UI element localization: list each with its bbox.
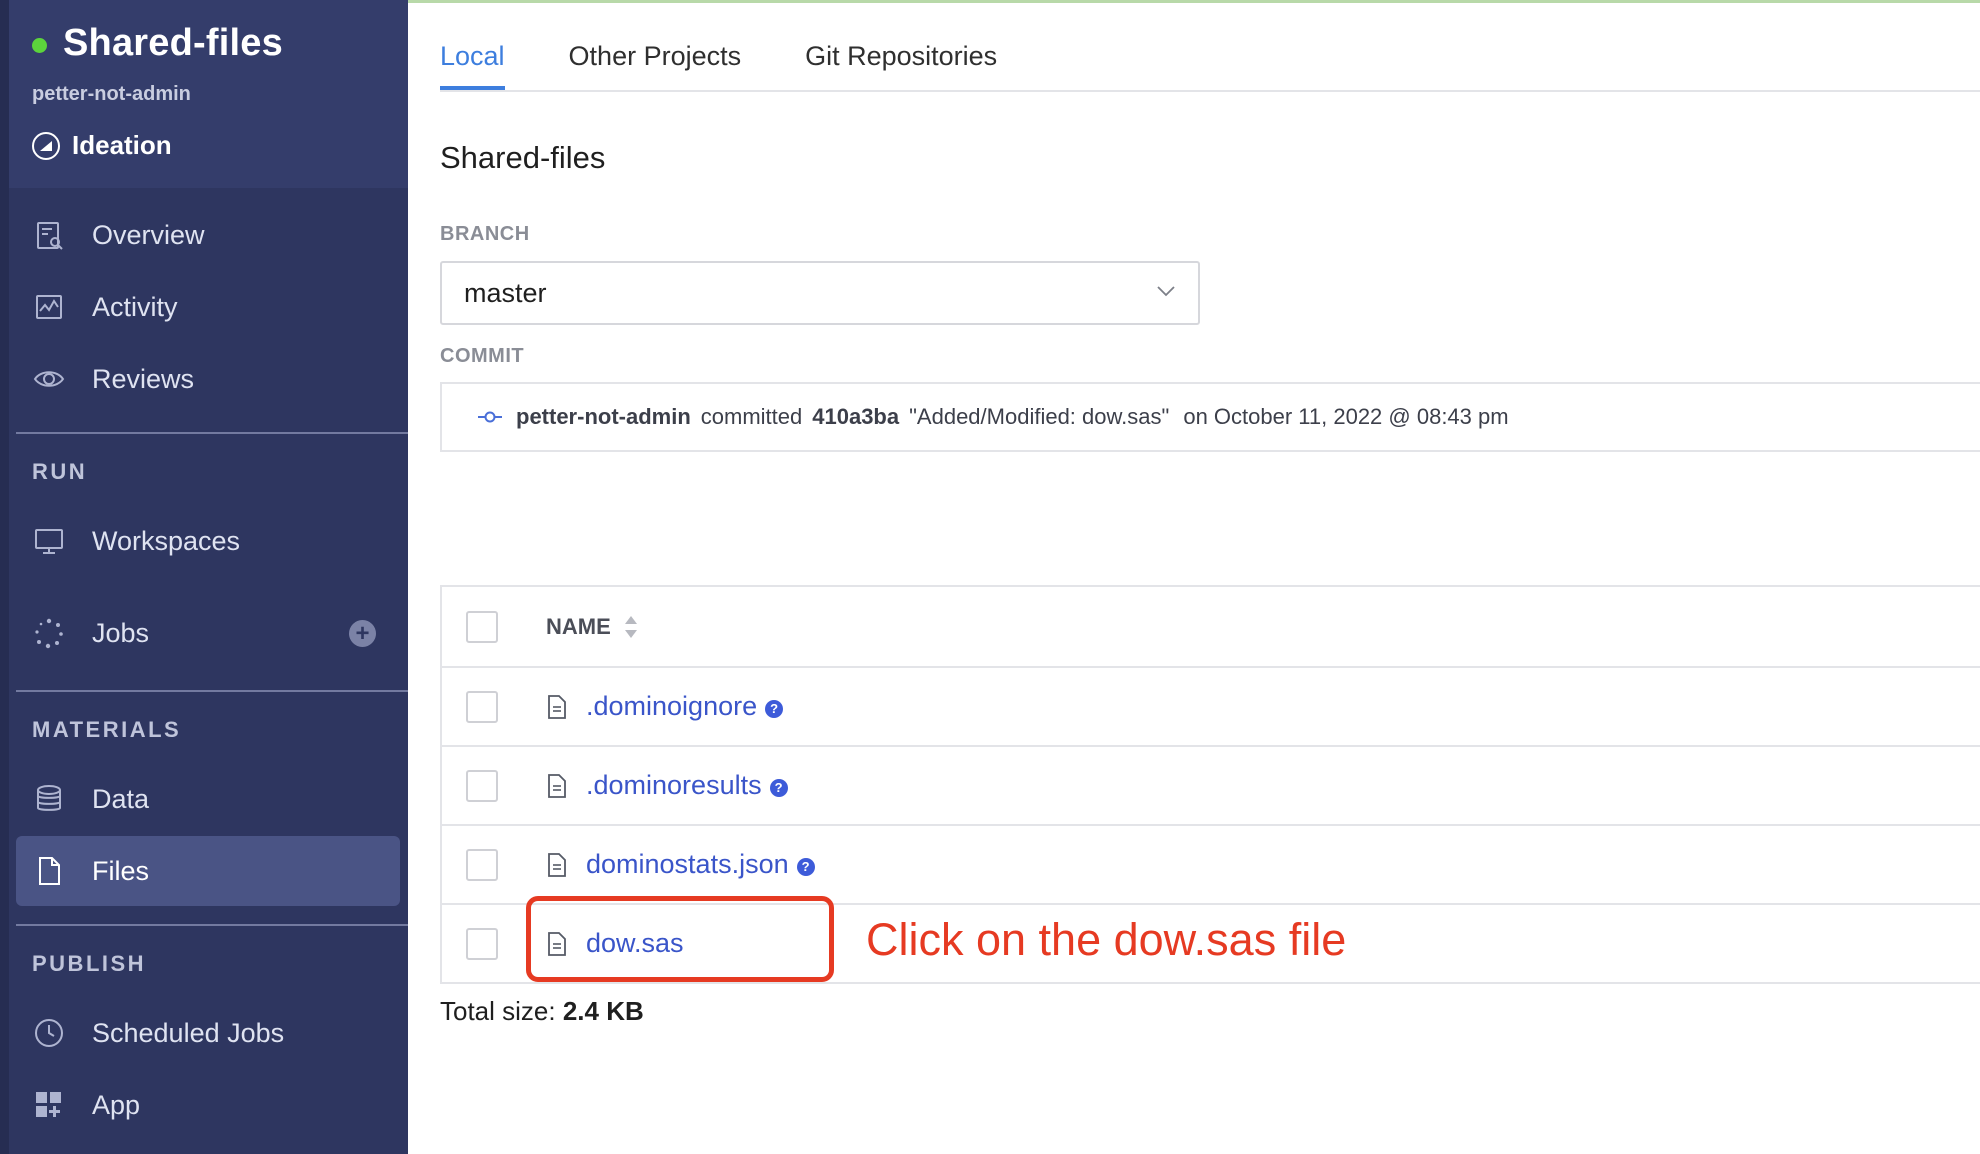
commit-label: COMMIT: [440, 345, 525, 367]
app-icon: [32, 1088, 66, 1122]
sidebar-divider: [16, 924, 408, 926]
file-icon: [548, 694, 566, 719]
section-heading-publish: PUBLISH: [32, 951, 147, 976]
commit-icon: [478, 411, 502, 423]
file-link[interactable]: .dominoresults: [586, 770, 762, 801]
sidebar-item-label: Jobs: [92, 617, 150, 648]
help-icon[interactable]: ?: [796, 857, 815, 876]
activity-icon: [32, 290, 66, 324]
branch-select[interactable]: master: [440, 261, 1200, 325]
section-heading-run: RUN: [32, 459, 88, 484]
database-icon: [32, 782, 66, 816]
file-link[interactable]: .dominoignore: [586, 691, 757, 722]
jobs-icon: [32, 616, 66, 650]
project-title[interactable]: Shared-files: [32, 22, 283, 65]
table-header-row: NAME: [442, 587, 1980, 666]
sidebar-item-scheduled-jobs[interactable]: Scheduled Jobs: [16, 998, 400, 1068]
row-checkbox[interactable]: [466, 690, 498, 723]
table-row[interactable]: .dominoignore ?: [442, 666, 1980, 745]
row-checkbox[interactable]: [466, 848, 498, 881]
chevron-down-icon: [1157, 286, 1175, 297]
total-size-value: 2.4 KB: [562, 996, 644, 1026]
file-icon: [32, 854, 66, 888]
row-checkbox[interactable]: [466, 769, 498, 802]
sidebar-item-label: Files: [92, 855, 150, 886]
eye-icon: [32, 362, 66, 396]
tab-other-projects[interactable]: Other Projects: [569, 41, 742, 90]
total-size-label: Total size:: [440, 996, 556, 1026]
page-title: Shared-files: [440, 140, 606, 175]
commit-info: petter-not-admin committed 410a3ba "Adde…: [440, 382, 1980, 452]
file-icon: [548, 852, 566, 877]
sidebar-item-activity[interactable]: Activity: [16, 272, 400, 342]
name-column-header[interactable]: NAME: [546, 614, 639, 640]
branch-value: master: [464, 277, 547, 308]
table-row[interactable]: dominostats.json ?: [442, 824, 1980, 903]
sidebar-item-label: Reviews: [92, 363, 195, 394]
tab-git-repositories[interactable]: Git Repositories: [805, 41, 997, 90]
sidebar-item-label: Scheduled Jobs: [92, 1017, 285, 1048]
sidebar-item-label: App: [92, 1089, 141, 1120]
clock-icon: [32, 1016, 66, 1050]
sidebar-item-reviews[interactable]: Reviews: [16, 344, 400, 414]
project-sidebar: Shared-files petter-not-admin Ideation O…: [0, 0, 408, 1154]
sidebar-item-app[interactable]: App: [16, 1070, 400, 1140]
sidebar-item-jobs[interactable]: Jobs +: [16, 598, 400, 668]
sidebar-header: Shared-files petter-not-admin Ideation: [9, 0, 408, 188]
commit-verb: committed: [700, 404, 803, 429]
files-tabs: Local Other Projects Git Repositories: [440, 0, 1061, 90]
stage-label: Ideation: [72, 130, 172, 160]
add-job-button[interactable]: +: [349, 620, 376, 647]
total-size: Total size: 2.4 KB: [440, 996, 644, 1027]
branch-label: BRANCH: [440, 223, 530, 245]
monitor-icon: [32, 524, 66, 558]
help-icon[interactable]: ?: [765, 699, 784, 718]
row-checkbox[interactable]: [466, 927, 498, 960]
sidebar-item-overview[interactable]: Overview: [16, 200, 400, 270]
project-owner: petter-not-admin: [32, 83, 191, 105]
file-icon: [548, 773, 566, 798]
commit-date: on October 11, 2022 @ 08:43 pm: [1183, 404, 1509, 429]
project-name[interactable]: Shared-files: [63, 22, 283, 65]
files-main-panel: Local Other Projects Git Repositories Sh…: [408, 0, 1980, 1154]
overview-icon: [32, 218, 66, 252]
sidebar-edge: [0, 0, 9, 1154]
section-heading-materials: MATERIALS: [32, 717, 182, 742]
sidebar-item-data[interactable]: Data: [16, 764, 400, 834]
file-link[interactable]: dominostats.json: [586, 849, 789, 880]
tab-local[interactable]: Local: [440, 41, 505, 90]
sidebar-divider: [16, 432, 408, 434]
annotation-text: Click on the dow.sas file: [866, 914, 1347, 965]
sidebar-item-files[interactable]: Files: [16, 836, 400, 906]
commit-hash[interactable]: 410a3ba: [812, 404, 899, 430]
sidebar-item-workspaces[interactable]: Workspaces: [16, 506, 400, 576]
project-stage[interactable]: Ideation: [32, 130, 172, 161]
tabs-divider: [440, 90, 1980, 92]
name-header-label: NAME: [546, 613, 611, 639]
status-dot-icon: [32, 38, 47, 53]
file-icon: [548, 931, 566, 956]
help-icon[interactable]: ?: [769, 778, 788, 797]
sort-icon: [624, 615, 637, 638]
commit-author[interactable]: petter-not-admin: [516, 404, 691, 430]
select-all-checkbox[interactable]: [466, 610, 498, 643]
stage-icon: [32, 131, 60, 160]
sidebar-item-label: Workspaces: [92, 525, 241, 556]
sidebar-item-label: Activity: [92, 291, 178, 322]
file-link-dow-sas[interactable]: dow.sas: [586, 928, 684, 959]
sidebar-item-label: Overview: [92, 219, 205, 250]
commit-message: "Added/Modified: dow.sas": [909, 404, 1170, 429]
table-row[interactable]: .dominoresults ?: [442, 745, 1980, 824]
sidebar-divider: [16, 690, 408, 692]
sidebar-item-label: Data: [92, 783, 150, 814]
